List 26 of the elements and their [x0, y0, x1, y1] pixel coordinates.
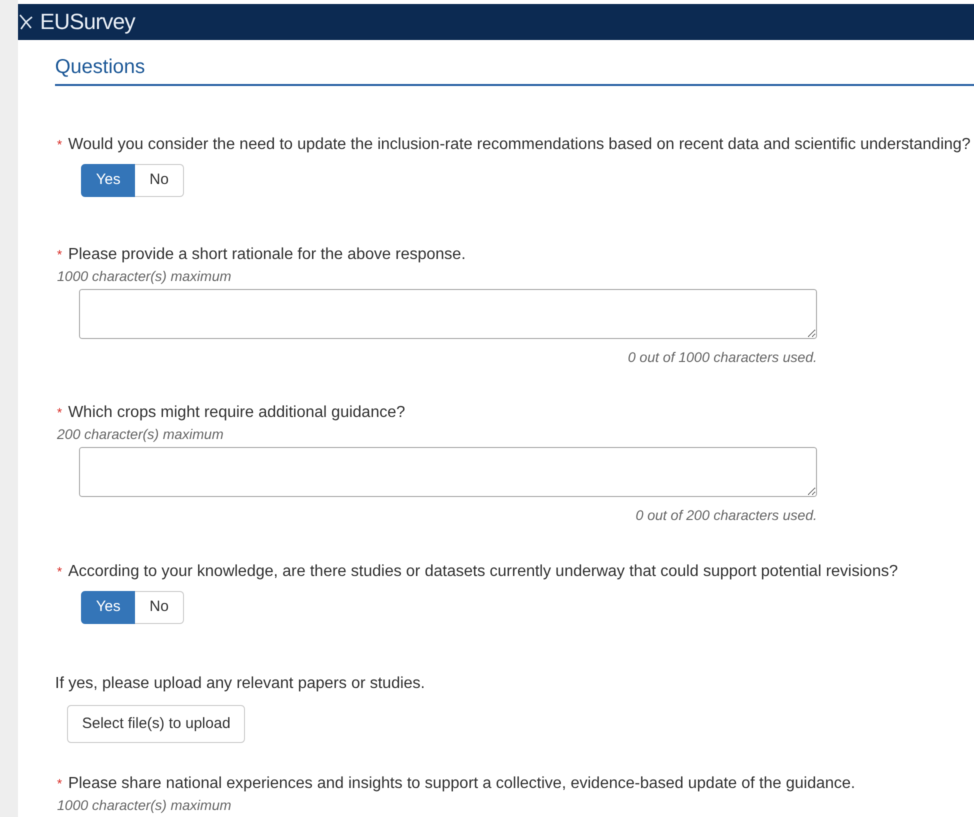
required-marker: * [57, 775, 62, 793]
logo-icon [18, 13, 34, 31]
character-limit-hint: 200 character(s) maximum [57, 426, 224, 442]
required-marker: * [57, 563, 62, 581]
choice-button[interactable]: No [135, 591, 184, 624]
choice-button[interactable]: Yes [81, 591, 136, 624]
question-label: Please share national experiences and insights to support a collective, evidence-based update of the guidance. [68, 775, 856, 793]
character-counter: 0 out of 1000 characters used. [626, 349, 817, 365]
character-limit-hint: 1000 character(s) maximum [57, 268, 232, 284]
question-label: According to your knowledge, are there studies or datasets currently underway that could support potential revisions? [68, 563, 898, 581]
upload-button[interactable]: Select file(s) to upload [67, 705, 246, 743]
choice-button[interactable]: Yes [81, 164, 136, 197]
required-marker: * [57, 404, 62, 422]
choice-button[interactable]: No [135, 164, 184, 197]
section-title: Questions [55, 54, 974, 86]
character-limit-hint: 1000 character(s) maximum [57, 797, 232, 813]
question-label: If yes, please upload any relevant papers or studies. [55, 675, 425, 693]
logo-text: EUSurvey [40, 11, 136, 33]
answer-box[interactable] [79, 289, 817, 339]
question-label: Please provide a short rationale for the above response. [68, 246, 466, 264]
answer-box[interactable] [79, 447, 817, 497]
required-marker: * [57, 246, 62, 264]
question-label: Would you consider the need to update the inclusion-rate recommendations based on recent data and scientific understanding? [68, 136, 971, 154]
character-counter: 0 out of 200 characters used. [634, 507, 817, 523]
required-marker: * [57, 136, 62, 154]
question-label: Which crops might require additional guidance? [68, 404, 406, 422]
